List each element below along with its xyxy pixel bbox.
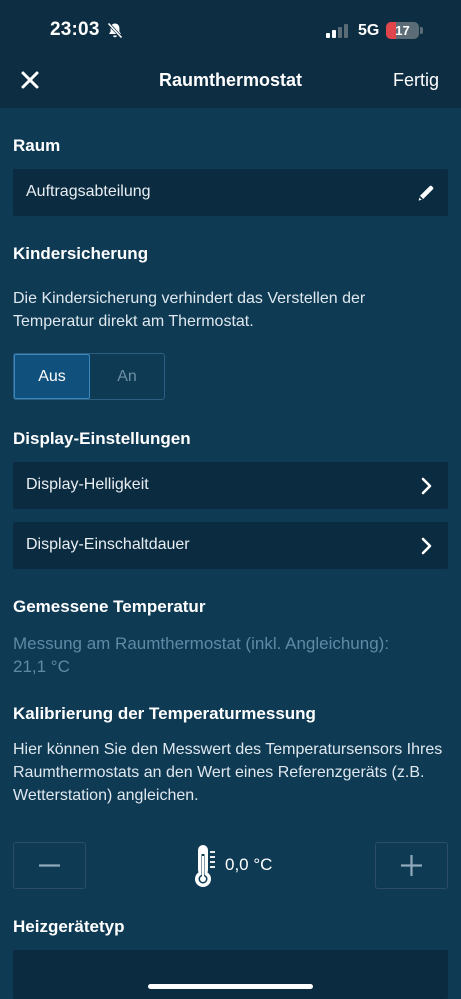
status-time: 23:03 <box>50 19 100 40</box>
page-title: Raumthermostat <box>158 70 303 90</box>
nav-bar: Raumthermostat Fertig <box>0 62 461 108</box>
thermometer-icon <box>195 845 215 887</box>
calibration-title: Kalibrierung der Temperaturmessung <box>13 704 316 723</box>
status-bar: 23:03 5G 17 <box>0 0 461 62</box>
display-brightness-row[interactable]: Display-Helligkeit <box>13 462 448 509</box>
measured-temperature-title: Gemessene Temperatur <box>13 597 206 616</box>
decrease-button[interactable] <box>13 842 86 889</box>
display-on-duration-label: Display-Einschaltdauer <box>26 536 190 553</box>
signal-strength-icon <box>326 24 348 38</box>
room-name-value: Auftragsabteilung <box>26 183 151 200</box>
child-lock-off-option[interactable]: Aus <box>14 354 90 399</box>
heater-type-title: Heizgerätetyp <box>13 917 125 936</box>
bell-muted-icon <box>107 22 123 39</box>
child-lock-description: Die Kindersicherung verhindert das Verst… <box>13 290 366 330</box>
battery-level: 17 <box>395 23 410 38</box>
minus-icon <box>39 864 60 867</box>
plus-icon <box>401 855 422 876</box>
done-button[interactable]: Fertig <box>393 70 439 91</box>
room-name-field[interactable]: Auftragsabteilung <box>13 169 448 216</box>
heater-type-field[interactable] <box>13 950 448 999</box>
chevron-right-icon <box>421 537 432 555</box>
child-lock-toggle: Aus An <box>13 353 165 400</box>
display-brightness-label: Display-Helligkeit <box>26 476 149 493</box>
chevron-right-icon <box>421 477 432 495</box>
edit-pencil-icon[interactable] <box>416 183 436 203</box>
display-settings-title: Display-Einstellungen <box>13 429 191 448</box>
measured-temperature-description: Messung am Raumthermostat (inkl. Angleic… <box>13 634 390 653</box>
child-lock-on-option[interactable]: An <box>90 354 164 399</box>
calibration-description: Hier können Sie den Messwert des Tempera… <box>13 741 443 804</box>
battery-icon: 17 <box>386 22 419 39</box>
network-type: 5G <box>358 22 380 39</box>
increase-button[interactable] <box>375 842 448 889</box>
room-section-title: Raum <box>13 136 61 155</box>
measured-temperature-value: 21,1 °C <box>13 657 70 676</box>
display-on-duration-row[interactable]: Display-Einschaltdauer <box>13 522 448 569</box>
child-lock-title: Kindersicherung <box>13 244 149 263</box>
home-indicator[interactable] <box>148 984 313 989</box>
battery-tip <box>420 27 423 34</box>
calibration-offset-value: 0,0 °C <box>225 855 273 874</box>
